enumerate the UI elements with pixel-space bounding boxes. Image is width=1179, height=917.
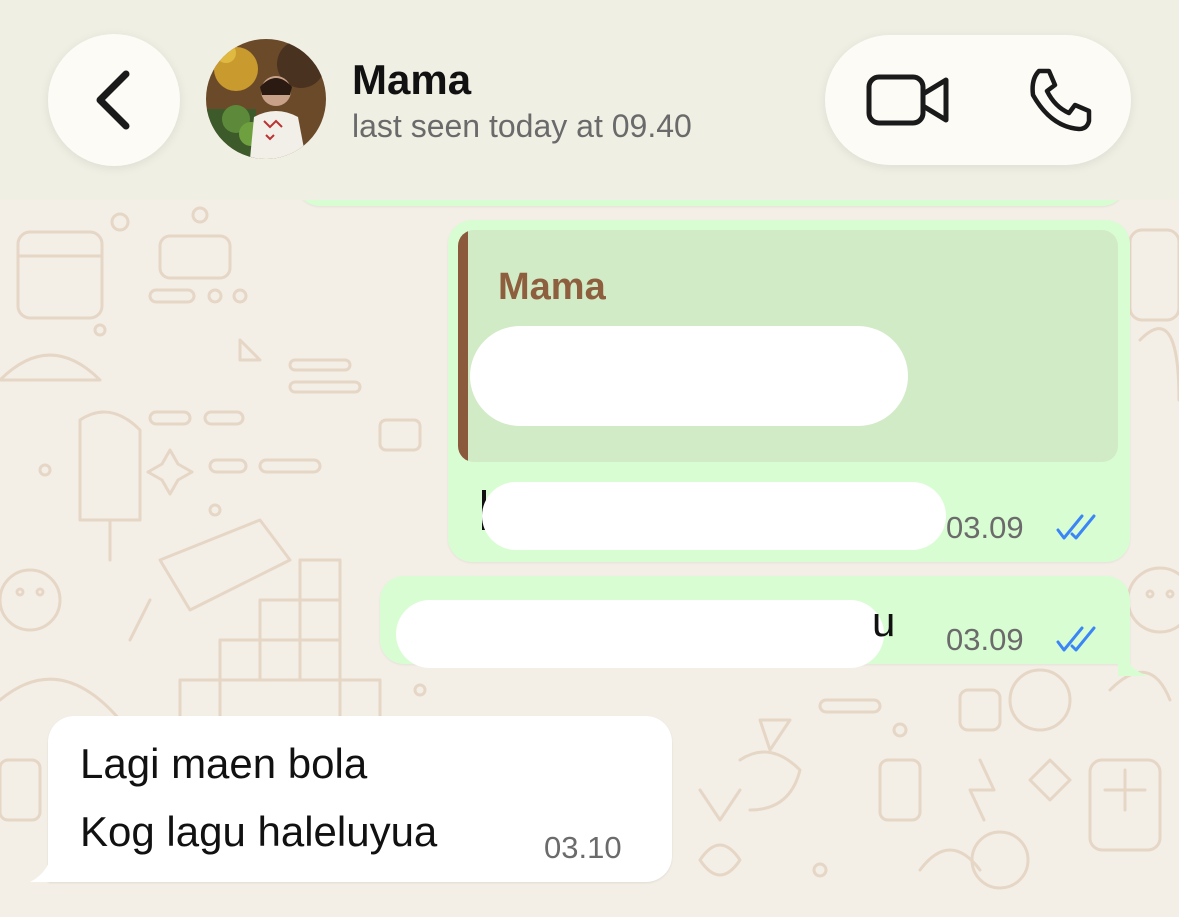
outgoing-message-reply[interactable]: Mama 03.09	[448, 220, 1130, 562]
back-button[interactable]	[48, 34, 180, 166]
call-actions	[825, 35, 1131, 165]
video-call-button[interactable]	[863, 60, 953, 140]
bubble-tail	[1118, 640, 1148, 676]
contact-status: last seen today at 09.40	[352, 108, 692, 144]
redacted-message-text	[396, 600, 884, 668]
chat-header: Mama last seen today at 09.40	[0, 0, 1179, 200]
redacted-quote-text	[470, 326, 908, 426]
message-line: Lagi maen bola	[80, 740, 368, 787]
phone-icon	[1030, 68, 1092, 132]
message-time: 03.09	[946, 510, 1024, 545]
quoted-message[interactable]: Mama	[458, 230, 1118, 462]
message-text-fragment: u	[872, 598, 896, 645]
contact-avatar[interactable]	[206, 39, 326, 159]
contact-name[interactable]: Mama	[352, 56, 471, 104]
message-line: Kog lagu haleluyua	[80, 808, 438, 855]
chevron-left-icon	[96, 70, 130, 130]
outgoing-message[interactable]: u 03.09	[380, 576, 1130, 668]
video-camera-icon	[866, 74, 949, 126]
bubble-tail	[30, 846, 54, 882]
incoming-message[interactable]: Lagi maen bola Kog lagu haleluyua 03.10	[48, 716, 672, 882]
message-time: 03.10	[544, 830, 622, 865]
double-check-icon	[1056, 514, 1096, 540]
quote-bar	[458, 230, 468, 462]
message-time: 03.09	[946, 622, 1024, 657]
voice-call-button[interactable]	[1015, 60, 1105, 140]
double-check-icon	[1056, 626, 1096, 652]
quote-author: Mama	[498, 266, 606, 308]
redacted-message-text	[482, 482, 946, 550]
avatar-photo	[206, 39, 326, 159]
